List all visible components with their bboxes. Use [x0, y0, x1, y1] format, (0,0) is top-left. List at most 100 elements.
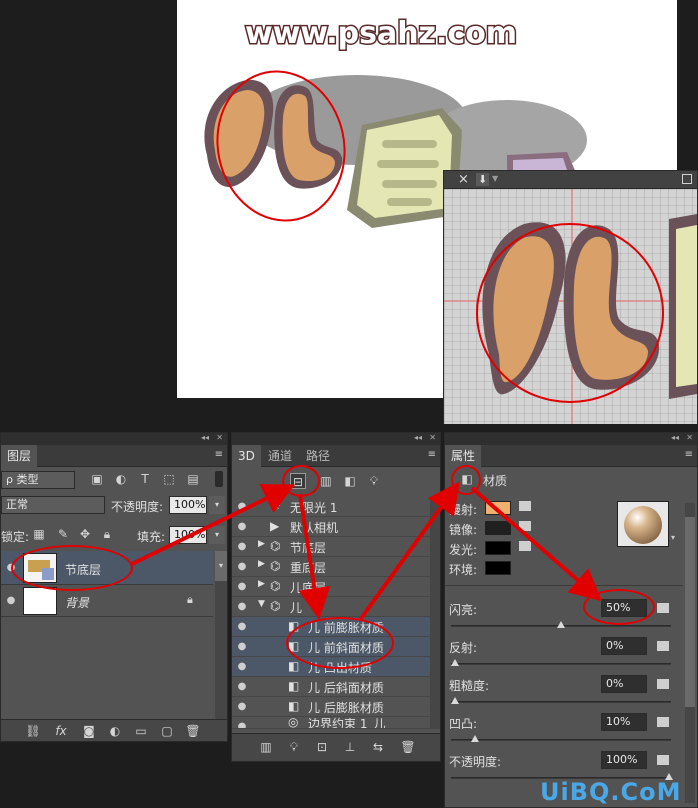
- fill-dropdown-icon[interactable]: ▾: [209, 526, 225, 544]
- list-item[interactable]: ● ◧ 儿 后斜面材质: [232, 677, 430, 697]
- filter-toggle[interactable]: [215, 471, 223, 487]
- lock-transparent-icon[interactable]: ▦: [31, 526, 47, 542]
- 3d-preview-window[interactable]: × ⬇ ▼: [443, 170, 698, 424]
- mesh-filter-icon[interactable]: ▥: [318, 473, 334, 489]
- panel-menu-icon[interactable]: ≡: [428, 449, 436, 460]
- ambient-swatch[interactable]: [485, 561, 511, 575]
- shape-filter-icon[interactable]: ⬚: [161, 471, 177, 487]
- opacity-input[interactable]: 100%: [169, 496, 207, 514]
- material-preview-ball[interactable]: [617, 501, 669, 547]
- folder-icon[interactable]: ▭: [133, 723, 149, 739]
- visibility-eye-icon[interactable]: ●: [236, 621, 248, 633]
- link-icon[interactable]: ⛓: [25, 723, 41, 739]
- visibility-eye-icon[interactable]: ●: [236, 541, 248, 553]
- lock-all-icon[interactable]: 🔒︎: [99, 526, 115, 542]
- visibility-eye-icon[interactable]: ●: [236, 561, 248, 573]
- visibility-eye-icon[interactable]: ●: [236, 601, 248, 613]
- visibility-eye-icon[interactable]: ●: [236, 661, 248, 673]
- folder-icon[interactable]: [519, 541, 531, 551]
- save-icon[interactable]: ⬇: [476, 173, 490, 186]
- diffuse-swatch[interactable]: [485, 501, 511, 515]
- trash-icon[interactable]: 🗑︎: [400, 739, 416, 755]
- bump-input[interactable]: 10%: [601, 713, 647, 731]
- visibility-eye-icon[interactable]: ●: [236, 701, 248, 713]
- visibility-eye-icon[interactable]: ●: [236, 501, 248, 513]
- adjustment-filter-icon[interactable]: ◐: [113, 471, 129, 487]
- visibility-eye-icon[interactable]: ●: [236, 721, 248, 728]
- visibility-eye-icon[interactable]: ●: [236, 581, 248, 593]
- lock-position-icon[interactable]: ✥: [77, 526, 93, 542]
- bump-slider-knob[interactable]: [471, 735, 479, 742]
- bump-slider-track[interactable]: [451, 739, 671, 741]
- tab-3d[interactable]: 3D: [232, 445, 261, 467]
- list-item[interactable]: ● ▶ ⌬ 重底层: [232, 557, 430, 577]
- list-item[interactable]: ● ◎ 边界约束 1_儿: [232, 717, 430, 729]
- blend-mode-select[interactable]: 正常: [1, 496, 105, 514]
- visibility-eye-icon[interactable]: ●: [236, 641, 248, 653]
- material-filter-icon[interactable]: ◧: [342, 473, 358, 489]
- expand-icon[interactable]: ▶: [258, 579, 265, 589]
- layer-row[interactable]: ● 背景 🔒︎: [1, 585, 213, 617]
- opacity-dropdown-icon[interactable]: ▾: [209, 496, 225, 514]
- scroll-arrow-icon[interactable]: ▾: [215, 551, 227, 581]
- panel-menu-icon[interactable]: ≡: [215, 449, 223, 460]
- mask-icon[interactable]: ◙: [81, 723, 97, 739]
- tab-channels[interactable]: 通道: [262, 445, 298, 467]
- tab-layers[interactable]: 图层: [1, 445, 38, 467]
- roughness-input[interactable]: 0%: [601, 675, 647, 693]
- roughness-slider-track[interactable]: [451, 701, 671, 703]
- tab-properties[interactable]: 属性: [445, 445, 482, 467]
- new-light-icon[interactable]: 💡︎: [286, 739, 302, 755]
- tab-paths[interactable]: 路径: [300, 445, 336, 467]
- pixel-filter-icon[interactable]: ▣: [89, 471, 105, 487]
- list-item[interactable]: ● ▶ ⌬ 节底层: [232, 537, 430, 557]
- smart-filter-icon[interactable]: ▤: [185, 471, 201, 487]
- opacity-input[interactable]: 100%: [601, 751, 647, 769]
- folder-icon[interactable]: [519, 521, 531, 531]
- expand-icon[interactable]: ▶: [258, 559, 265, 569]
- transform-icon[interactable]: ⇆: [370, 739, 386, 755]
- visibility-eye-icon[interactable]: ●: [236, 521, 248, 533]
- roughness-slider-knob[interactable]: [451, 697, 459, 704]
- expand-icon[interactable]: ▶: [258, 539, 265, 549]
- fill-input[interactable]: 100%: [169, 526, 207, 544]
- reflection-slider-knob[interactable]: [451, 659, 459, 666]
- expand-icon[interactable]: [682, 174, 692, 184]
- type-filter-icon[interactable]: T: [137, 471, 153, 487]
- folder-icon[interactable]: [657, 755, 669, 765]
- shine-slider-knob[interactable]: [557, 621, 565, 628]
- layer-filter-select[interactable]: ρ 类型: [1, 471, 75, 489]
- lock-pixels-icon[interactable]: ✎: [55, 526, 71, 542]
- chevron-down-icon[interactable]: ▾: [671, 533, 675, 542]
- collapse-icon[interactable]: ▼: [258, 599, 265, 609]
- light-filter-icon[interactable]: 💡︎: [366, 473, 382, 489]
- folder-icon[interactable]: [657, 603, 669, 613]
- panel-menu-icon[interactable]: ≡: [685, 449, 693, 460]
- chevron-down-icon[interactable]: ▼: [492, 174, 498, 183]
- ground-icon[interactable]: ⊥: [342, 739, 358, 755]
- illumination-swatch[interactable]: [485, 541, 511, 555]
- list-item[interactable]: ● ▶ ⌬ 儿底层: [232, 577, 430, 597]
- close-icon[interactable]: ×: [458, 172, 469, 187]
- list-item[interactable]: ● ▶ 默认相机: [232, 517, 430, 537]
- visibility-eye-icon[interactable]: ●: [236, 681, 248, 693]
- specular-swatch[interactable]: [485, 521, 511, 535]
- list-item[interactable]: ● ◧ 儿 后膨胀材质: [232, 697, 430, 717]
- folder-icon[interactable]: [657, 679, 669, 689]
- list-item[interactable]: ● ☼ 无限光 1: [232, 497, 430, 517]
- visibility-eye-icon[interactable]: ●: [5, 595, 17, 607]
- new-mesh-icon[interactable]: ▥: [258, 739, 274, 755]
- folder-icon[interactable]: [657, 717, 669, 727]
- folder-icon[interactable]: [657, 641, 669, 651]
- fx-icon[interactable]: fx: [53, 723, 69, 739]
- adjustment-icon[interactable]: ◐: [107, 723, 123, 739]
- properties-scroll-thumb[interactable]: [685, 517, 695, 707]
- folder-icon[interactable]: [519, 501, 531, 511]
- reflection-input[interactable]: 0%: [601, 637, 647, 655]
- reflection-slider-track[interactable]: [451, 663, 671, 665]
- render-icon[interactable]: ⊡: [314, 739, 330, 755]
- trash-icon[interactable]: 🗑︎: [185, 723, 201, 739]
- list-item[interactable]: ● ▼ ⌬ 儿: [232, 597, 430, 617]
- 3d-scrollbar[interactable]: [430, 497, 440, 729]
- new-layer-icon[interactable]: ▢: [159, 723, 175, 739]
